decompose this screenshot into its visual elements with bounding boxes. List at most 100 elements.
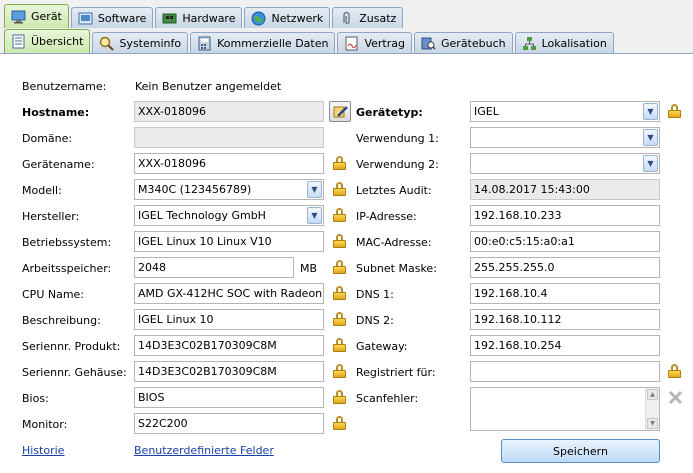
bios-field[interactable]: BIOS bbox=[134, 387, 324, 408]
gateway-label: Gateway: bbox=[356, 340, 408, 353]
benutzername-value: Kein Benutzer angemeldet bbox=[135, 80, 282, 93]
mac-label: MAC-Adresse: bbox=[356, 236, 432, 249]
lock-icon[interactable] bbox=[668, 104, 681, 118]
betriebssystem-label: Betriebssystem: bbox=[22, 236, 112, 249]
scanfehler-textarea[interactable]: ▲ ▼ bbox=[470, 387, 660, 431]
pencil-edit-icon bbox=[333, 104, 348, 119]
tab-kommerzielle-daten[interactable]: Kommerzielle Daten bbox=[190, 32, 336, 53]
chevron-down-icon[interactable]: ▼ bbox=[643, 103, 658, 120]
scroll-up-icon[interactable]: ▲ bbox=[647, 389, 658, 400]
edit-hostname-button[interactable] bbox=[329, 101, 351, 122]
tab-geraetebuch[interactable]: Gerätebuch bbox=[414, 32, 513, 53]
beschreibung-field[interactable]: IGEL Linux 10 bbox=[134, 309, 324, 330]
lock-icon[interactable] bbox=[333, 208, 346, 222]
lock-icon[interactable] bbox=[333, 156, 346, 170]
globe-icon bbox=[251, 11, 266, 26]
tab-label: Vertrag bbox=[364, 36, 405, 50]
lock-icon[interactable] bbox=[333, 416, 346, 430]
tab-label: Übersicht bbox=[31, 35, 84, 48]
tab-software[interactable]: Software bbox=[70, 7, 154, 28]
scanfehler-scrollbar[interactable]: ▲ ▼ bbox=[645, 388, 659, 430]
modell-value: M340C (123456789) bbox=[138, 183, 252, 196]
lock-icon[interactable] bbox=[333, 286, 346, 300]
tab-systeminfo[interactable]: Systeminfo bbox=[92, 32, 189, 53]
beschreibung-label: Beschreibung: bbox=[22, 314, 101, 327]
geraetetyp-select[interactable]: IGEL ▼ bbox=[470, 101, 660, 122]
benutzerdefinierte-felder-link[interactable]: Benutzerdefinierte Felder bbox=[134, 444, 274, 457]
hardware-icon bbox=[162, 11, 177, 26]
hostname-field[interactable]: XXX-018096 bbox=[134, 101, 324, 122]
chevron-down-icon[interactable]: ▼ bbox=[643, 155, 658, 172]
tab-label: Software bbox=[97, 11, 147, 25]
verwendung2-select[interactable]: ▼ bbox=[470, 153, 660, 174]
tab-lokalisation[interactable]: Lokalisation bbox=[514, 32, 614, 53]
verwendung1-label: Verwendung 1: bbox=[356, 132, 439, 145]
registriert-field[interactable] bbox=[470, 361, 660, 382]
lock-icon[interactable] bbox=[333, 390, 346, 404]
tab-label: Gerätebuch bbox=[441, 36, 506, 50]
hostname-label: Hostname: bbox=[22, 106, 90, 119]
letztes-audit-label: Letztes Audit: bbox=[356, 184, 432, 197]
subnet-label: Subnet Maske: bbox=[356, 262, 437, 275]
sub-tab-bar: Übersicht Systeminfo Kommerzielle Daten … bbox=[4, 29, 616, 53]
tab-vertrag[interactable]: Vertrag bbox=[337, 32, 412, 53]
lock-icon[interactable] bbox=[333, 312, 346, 326]
cpu-label: CPU Name: bbox=[22, 288, 85, 301]
dns1-label: DNS 1: bbox=[356, 288, 394, 301]
hersteller-value: IGEL Technology GmbH bbox=[138, 209, 266, 222]
monitor-field[interactable]: S22C200 bbox=[134, 413, 324, 434]
arbeitsspeicher-field[interactable]: 2048 bbox=[134, 257, 294, 278]
magnifier-icon bbox=[99, 36, 115, 51]
tab-label: Systeminfo bbox=[119, 36, 182, 50]
tab-label: Gerät bbox=[31, 10, 62, 23]
verwendung1-select[interactable]: ▼ bbox=[470, 127, 660, 148]
letztes-audit-field[interactable]: 14.08.2017 15:43:00 bbox=[470, 179, 660, 200]
modell-select[interactable]: M340C (123456789) ▼ bbox=[134, 179, 324, 200]
save-button[interactable]: Speichern bbox=[501, 439, 660, 463]
sn-produkt-field[interactable]: 14D3E3C02B170309C8M bbox=[134, 335, 324, 356]
cpu-field[interactable]: AMD GX-412HC SOC with Radeon(TM) bbox=[134, 283, 324, 304]
geraetename-field[interactable]: XXX-018096 bbox=[134, 153, 324, 174]
sn-gehaeuse-field[interactable]: 14D3E3C02B170309C8M bbox=[134, 361, 324, 382]
dns1-field[interactable]: 192.168.10.4 bbox=[470, 283, 660, 304]
hersteller-label: Hersteller: bbox=[22, 210, 80, 223]
lock-icon[interactable] bbox=[333, 260, 346, 274]
book-search-icon bbox=[421, 36, 436, 51]
lock-icon[interactable] bbox=[333, 364, 346, 378]
scroll-down-icon[interactable]: ▼ bbox=[647, 418, 658, 429]
scanfehler-label: Scanfehler: bbox=[356, 392, 419, 405]
tab-netzwerk[interactable]: Netzwerk bbox=[244, 7, 331, 28]
tab-zusatz[interactable]: Zusatz bbox=[332, 7, 404, 28]
chevron-down-icon[interactable]: ▼ bbox=[307, 207, 322, 224]
tab-uebersicht[interactable]: Übersicht bbox=[4, 29, 91, 53]
gateway-field[interactable]: 192.168.10.254 bbox=[470, 335, 660, 356]
betriebssystem-field[interactable]: IGEL Linux 10 Linux V10 bbox=[134, 231, 324, 252]
domaene-label: Domäne: bbox=[22, 132, 73, 145]
lock-icon[interactable] bbox=[333, 234, 346, 248]
verwendung2-label: Verwendung 2: bbox=[356, 158, 439, 171]
lock-icon[interactable] bbox=[333, 182, 346, 196]
ip-label: IP-Adresse: bbox=[356, 210, 417, 223]
chevron-down-icon[interactable]: ▼ bbox=[307, 181, 322, 198]
arbeitsspeicher-label: Arbeitsspeicher: bbox=[22, 262, 112, 275]
lock-icon[interactable] bbox=[333, 338, 346, 352]
tab-label: Netzwerk bbox=[271, 11, 324, 25]
hersteller-select[interactable]: IGEL Technology GmbH ▼ bbox=[134, 205, 324, 226]
delete-x-icon[interactable] bbox=[668, 390, 683, 405]
dns2-field[interactable]: 192.168.10.112 bbox=[470, 309, 660, 330]
registriert-label: Registriert für: bbox=[356, 366, 436, 379]
domaene-field[interactable] bbox=[134, 127, 324, 148]
historie-link[interactable]: Historie bbox=[22, 444, 64, 457]
chevron-down-icon[interactable]: ▼ bbox=[643, 129, 658, 146]
lock-icon[interactable] bbox=[668, 364, 681, 378]
geraetename-label: Gerätename: bbox=[22, 158, 95, 171]
tab-geraet[interactable]: Gerät bbox=[4, 4, 69, 28]
tab-hardware[interactable]: Hardware bbox=[155, 7, 243, 28]
subnet-field[interactable]: 255.255.255.0 bbox=[470, 257, 660, 278]
tab-label: Lokalisation bbox=[541, 36, 607, 50]
paperclip-icon bbox=[339, 11, 354, 26]
geraetetyp-label: Gerätetyp: bbox=[356, 106, 423, 119]
mac-field[interactable]: 00:e0:c5:15:a0:a1 bbox=[470, 231, 660, 252]
benutzername-label: Benutzername: bbox=[22, 80, 107, 93]
ip-field[interactable]: 192.168.10.233 bbox=[470, 205, 660, 226]
